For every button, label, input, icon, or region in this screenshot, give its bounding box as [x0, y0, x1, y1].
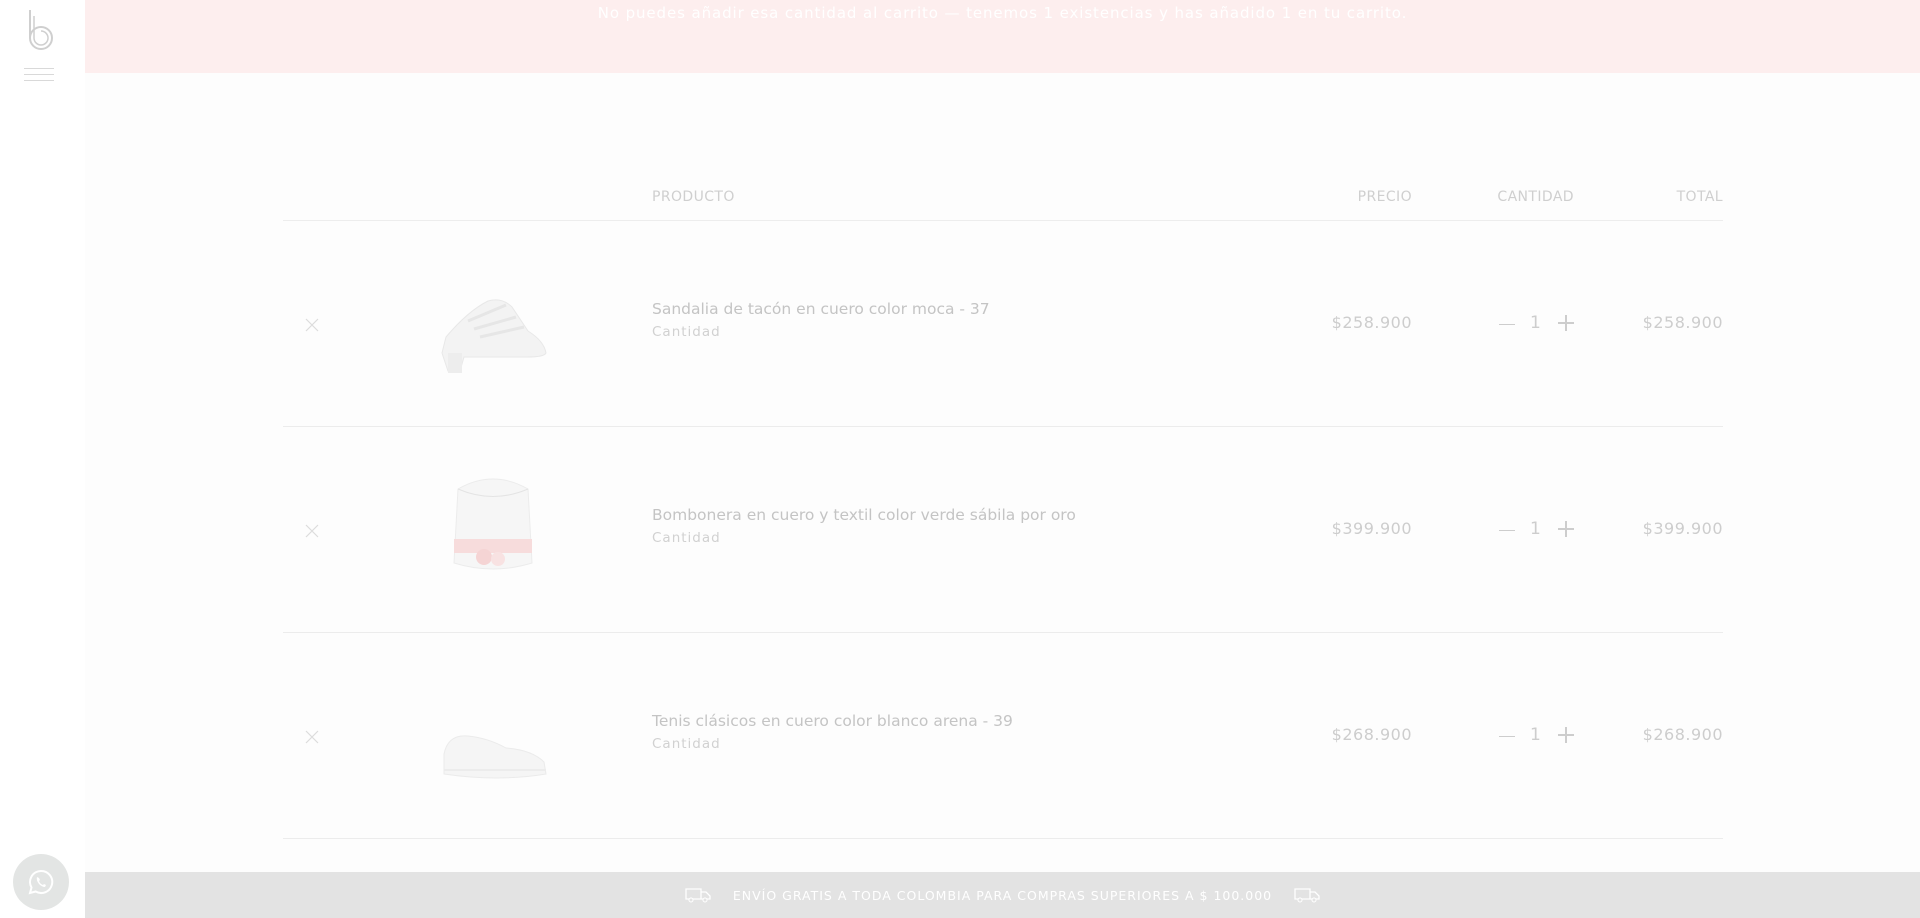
- header-product: PRODUCTO: [652, 189, 735, 205]
- increase-quantity-button[interactable]: [1558, 521, 1574, 537]
- header-total: TOTAL: [1676, 189, 1723, 205]
- product-image-sneaker[interactable]: [428, 678, 558, 808]
- hamburger-menu-icon[interactable]: [24, 68, 54, 86]
- product-name[interactable]: Tenis clásicos en cuero color blanco are…: [652, 712, 1013, 730]
- remove-item-icon[interactable]: [303, 728, 321, 746]
- cart-row: Sandalia de tacón en cuero color moca - …: [283, 221, 1723, 427]
- quantity-stepper: 1: [1499, 519, 1574, 543]
- decrease-quantity-button[interactable]: [1499, 736, 1515, 737]
- line-total: $258.900: [1642, 313, 1723, 332]
- sidebar: [0, 0, 85, 918]
- brand-logo[interactable]: [26, 8, 56, 56]
- free-shipping-banner: ENVÍO GRATIS A TODA COLOMBIA PARA COMPRA…: [85, 872, 1920, 918]
- product-meta: Cantidad: [652, 324, 721, 340]
- header-quantity: CANTIDAD: [1497, 189, 1574, 205]
- quantity-stepper: 1: [1499, 313, 1574, 337]
- header-price: PRECIO: [1357, 189, 1412, 205]
- truck-icon: [685, 888, 711, 903]
- line-total: $399.900: [1642, 519, 1723, 538]
- quantity-value[interactable]: 1: [1530, 519, 1541, 539]
- product-price: $258.900: [1331, 313, 1412, 332]
- product-meta: Cantidad: [652, 736, 721, 752]
- remove-item-icon[interactable]: [303, 316, 321, 334]
- quantity-value[interactable]: 1: [1530, 313, 1541, 333]
- whatsapp-icon[interactable]: [13, 854, 69, 910]
- cart-error-notice: No puedes añadir esa cantidad al carrito…: [85, 0, 1920, 73]
- increase-quantity-button[interactable]: [1558, 727, 1574, 743]
- product-meta: Cantidad: [652, 530, 721, 546]
- cart-row: Bombonera en cuero y textil color verde …: [283, 427, 1723, 633]
- line-total: $268.900: [1642, 725, 1723, 744]
- product-name[interactable]: Bombonera en cuero y textil color verde …: [652, 506, 1076, 524]
- decrease-quantity-button[interactable]: [1499, 530, 1515, 531]
- increase-quantity-button[interactable]: [1558, 315, 1574, 331]
- shipping-text: ENVÍO GRATIS A TODA COLOMBIA PARA COMPRA…: [732, 887, 1273, 903]
- decrease-quantity-button[interactable]: [1499, 324, 1515, 325]
- product-price: $268.900: [1331, 725, 1412, 744]
- cart-table-header: PRODUCTO PRECIO CANTIDAD TOTAL: [283, 186, 1723, 221]
- remove-item-icon[interactable]: [303, 522, 321, 540]
- product-name[interactable]: Sandalia de tacón en cuero color moca - …: [652, 300, 990, 318]
- product-price: $399.900: [1331, 519, 1412, 538]
- notice-message: No puedes añadir esa cantidad al carrito…: [597, 4, 1408, 22]
- product-image-bucket-bag[interactable]: [428, 459, 558, 589]
- cart-row: Tenis clásicos en cuero color blanco are…: [283, 633, 1723, 839]
- product-image-sandal[interactable]: [428, 261, 558, 391]
- truck-icon: [1294, 888, 1320, 903]
- quantity-stepper: 1: [1499, 725, 1574, 749]
- quantity-value[interactable]: 1: [1530, 725, 1541, 745]
